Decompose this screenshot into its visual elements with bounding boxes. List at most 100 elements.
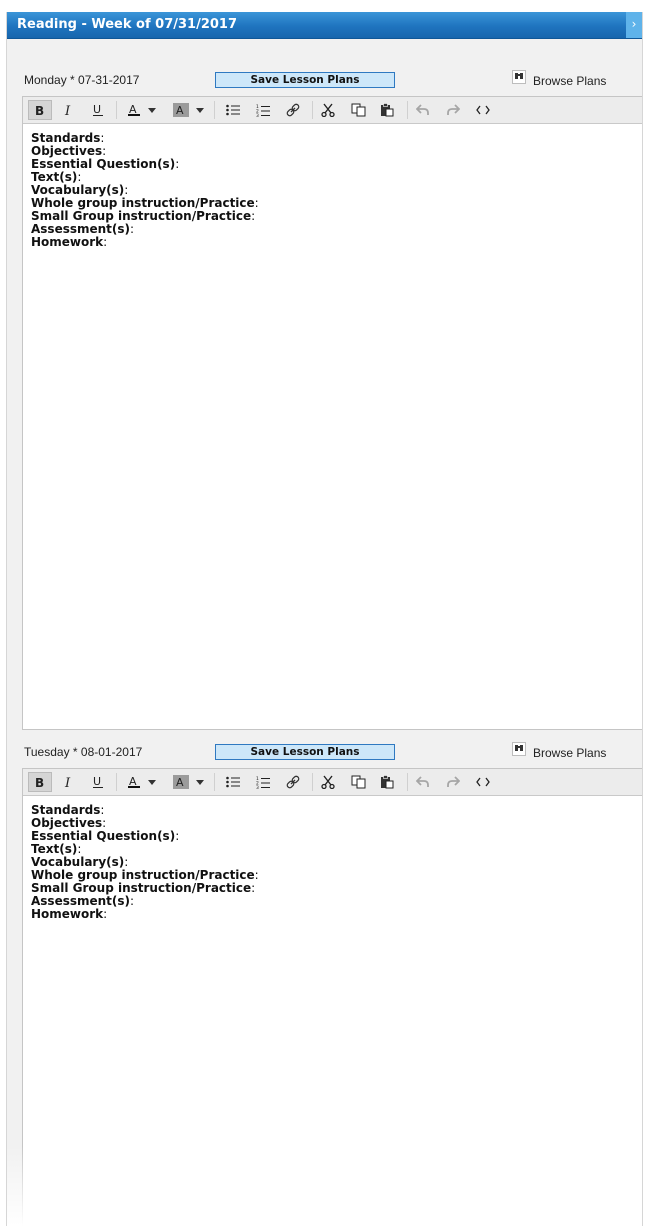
redo-icon[interactable] (441, 772, 465, 792)
toolbar-separator (407, 101, 408, 119)
binoculars-icon (512, 70, 526, 84)
link-icon[interactable] (281, 100, 305, 120)
rich-text-editor-tuesday: B I U A A 1 2 3 Standards: Objectives: E… (22, 768, 642, 1226)
lesson-plan-panel: Reading - Week of 07/31/2017 › Monday * … (6, 12, 643, 1226)
line-separator: : (103, 235, 108, 249)
rich-text-editor-monday: B I U A A 1 2 3 Standards: Objectives: E… (22, 96, 642, 730)
line-label: Whole group instruction/Practice (31, 196, 255, 210)
redo-icon[interactable] (441, 100, 465, 120)
line-separator: : (102, 144, 107, 158)
highlight-color-icon[interactable]: A (169, 772, 193, 792)
svg-text:B: B (35, 104, 44, 117)
link-icon[interactable] (281, 772, 305, 792)
highlight-color-dropdown-icon[interactable] (193, 100, 207, 120)
editor-content[interactable]: Standards: Objectives: Essential Questio… (23, 796, 642, 1226)
undo-icon[interactable] (411, 100, 435, 120)
line-separator: : (130, 222, 135, 236)
svg-text:I: I (64, 776, 71, 789)
line-label: Vocabulary(s) (31, 183, 125, 197)
line-separator: : (175, 829, 180, 843)
line-label: Assessment(s) (31, 894, 131, 908)
content-line: Assessment(s): (31, 223, 634, 236)
bulleted-list-icon[interactable] (221, 772, 245, 792)
line-label: Assessment(s) (31, 222, 131, 236)
line-separator: : (124, 183, 129, 197)
line-label: Small Group instruction/Practice (31, 881, 252, 895)
bold-icon[interactable]: B (28, 772, 52, 792)
underline-icon[interactable]: U (86, 772, 110, 792)
line-label: Homework (31, 235, 104, 249)
italic-icon[interactable]: I (57, 100, 81, 120)
line-label: Vocabulary(s) (31, 855, 125, 869)
day-date-label: Monday * 07-31-2017 (24, 73, 140, 87)
copy-icon[interactable] (346, 772, 370, 792)
copy-icon[interactable] (346, 100, 370, 120)
line-label: Whole group instruction/Practice (31, 868, 255, 882)
browse-plans-link[interactable]: Browse Plans (512, 742, 606, 760)
svg-text:A: A (176, 776, 184, 789)
toolbar-separator (214, 773, 215, 791)
font-color-dropdown-icon[interactable] (145, 100, 159, 120)
save-lesson-plans-button[interactable]: Save Lesson Plans (215, 744, 395, 760)
italic-icon[interactable]: I (57, 772, 81, 792)
content-line: Assessment(s): (31, 895, 634, 908)
bulleted-list-icon[interactable] (221, 100, 245, 120)
content-line: Essential Question(s): (31, 158, 634, 171)
line-label: Essential Question(s) (31, 829, 176, 843)
underline-icon[interactable]: U (86, 100, 110, 120)
line-separator: : (77, 842, 82, 856)
line-label: Standards (31, 131, 101, 145)
line-label: Text(s) (31, 842, 78, 856)
line-label: Standards (31, 803, 101, 817)
line-separator: : (124, 855, 129, 869)
highlight-color-dropdown-icon[interactable] (193, 772, 207, 792)
cut-icon[interactable] (316, 772, 340, 792)
highlight-color-icon[interactable]: A (169, 100, 193, 120)
line-separator: : (102, 816, 107, 830)
numbered-list-icon[interactable]: 123 (251, 772, 275, 792)
svg-text:I: I (64, 104, 71, 117)
source-code-icon[interactable] (471, 772, 495, 792)
browse-plans-label: Browse Plans (533, 74, 607, 88)
day-date-label: Tuesday * 08-01-2017 (24, 745, 143, 759)
line-label: Text(s) (31, 170, 78, 184)
line-separator: : (254, 196, 259, 210)
line-label: Small Group instruction/Practice (31, 209, 252, 223)
undo-icon[interactable] (411, 772, 435, 792)
svg-text:U: U (93, 775, 101, 788)
line-separator: : (251, 209, 256, 223)
line-separator: : (100, 803, 105, 817)
content-line: Standards: (31, 132, 634, 145)
line-separator: : (100, 131, 105, 145)
paste-icon[interactable] (375, 772, 399, 792)
line-separator: : (254, 868, 259, 882)
content-line: Essential Question(s): (31, 830, 634, 843)
bold-icon[interactable]: B (28, 100, 52, 120)
line-separator: : (251, 881, 256, 895)
font-color-icon[interactable]: A (122, 772, 146, 792)
toolbar-separator (407, 773, 408, 791)
save-lesson-plans-button[interactable]: Save Lesson Plans (215, 72, 395, 88)
font-color-icon[interactable]: A (122, 100, 146, 120)
toolbar-separator (312, 773, 313, 791)
source-code-icon[interactable] (471, 100, 495, 120)
font-color-dropdown-icon[interactable] (145, 772, 159, 792)
svg-text:3: 3 (256, 785, 259, 789)
svg-text:B: B (35, 776, 44, 789)
editor-content[interactable]: Standards: Objectives: Essential Questio… (23, 124, 642, 729)
browse-plans-link[interactable]: Browse Plans (512, 70, 606, 88)
numbered-list-icon[interactable]: 123 (251, 100, 275, 120)
editor-toolbar: B I U A A 1 2 3 (23, 769, 642, 796)
content-line: Standards: (31, 804, 634, 817)
paste-icon[interactable] (375, 100, 399, 120)
svg-text:U: U (93, 103, 101, 116)
svg-text:A: A (176, 104, 184, 117)
line-separator: : (130, 894, 135, 908)
panel-title-bar: Reading - Week of 07/31/2017 › (7, 12, 642, 39)
collapse-arrow-icon[interactable]: › (626, 12, 642, 38)
line-label: Objectives (31, 816, 103, 830)
panel-title: Reading - Week of 07/31/2017 (17, 17, 238, 32)
browse-plans-label: Browse Plans (533, 746, 607, 760)
line-separator: : (77, 170, 82, 184)
cut-icon[interactable] (316, 100, 340, 120)
